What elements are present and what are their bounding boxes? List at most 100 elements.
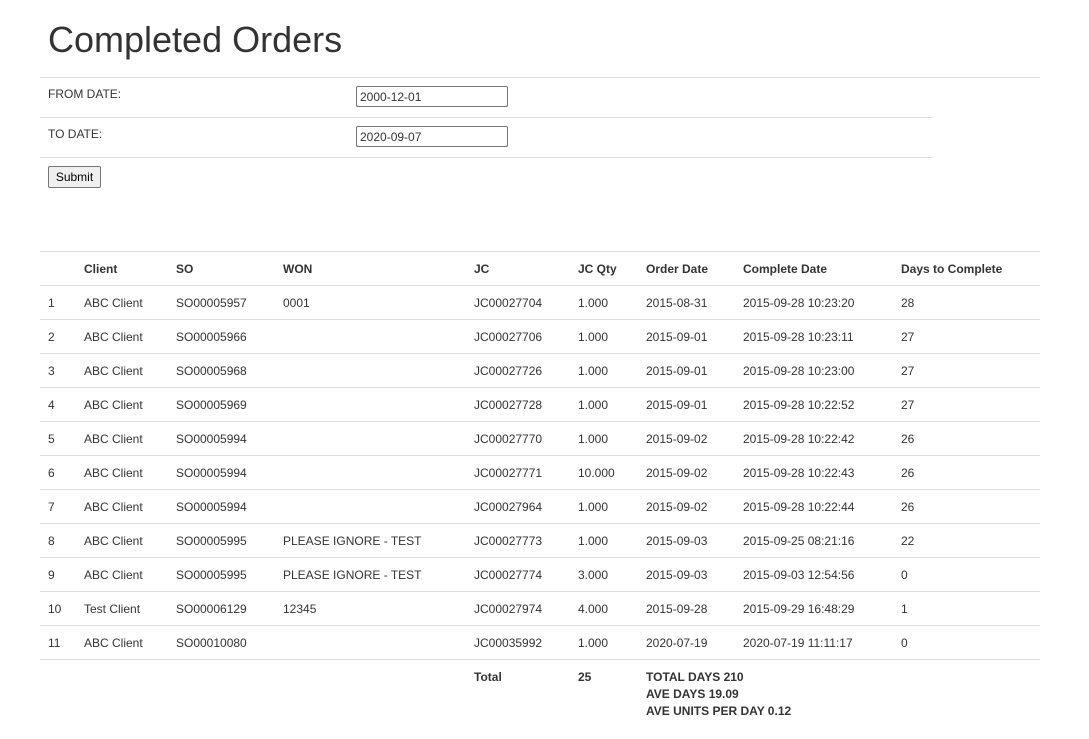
cell-so: SO00005995 bbox=[168, 557, 275, 592]
cell-jc: JC00027773 bbox=[466, 523, 570, 558]
table-row: 1 ABC Client SO00005957 0001 JC00027704 1.000… bbox=[40, 285, 1040, 320]
cell-client: ABC Client bbox=[76, 421, 168, 456]
cell-jc: JC00027706 bbox=[466, 319, 570, 354]
cell-complete-date: 2015-09-28 10:22:42 bbox=[735, 421, 893, 456]
cell-so: SO00005957 bbox=[168, 285, 275, 320]
cell-client: ABC Client bbox=[76, 557, 168, 592]
cell-days-to-complete: 27 bbox=[893, 353, 1040, 388]
cell-order-date: 2015-09-01 bbox=[638, 353, 735, 388]
cell-so: SO00006129 bbox=[168, 591, 275, 626]
cell-order-date: 2015-08-31 bbox=[638, 285, 735, 320]
to-date-label: TO DATE: bbox=[48, 127, 103, 141]
cell-jc-qty: 3.000 bbox=[570, 557, 638, 592]
total-days: TOTAL DAYS 210 bbox=[646, 670, 744, 684]
cell-so: SO00005994 bbox=[168, 455, 275, 490]
cell-won bbox=[275, 387, 466, 422]
cell-client: Test Client bbox=[76, 591, 168, 626]
col-header-order-date: Order Date bbox=[638, 251, 735, 286]
summary-cell: TOTAL DAYS 210 AVE DAYS 19.09 AVE UNITS … bbox=[638, 660, 1040, 721]
orders-table-body: 1 ABC Client SO00005957 0001 JC00027704 1.000… bbox=[40, 285, 1040, 660]
cell-days-to-complete: 27 bbox=[893, 319, 1040, 354]
col-header-so: SO bbox=[168, 251, 275, 286]
cell-days-to-complete: 22 bbox=[893, 523, 1040, 558]
cell-index: 9 bbox=[40, 557, 76, 592]
cell-order-date: 2015-09-02 bbox=[638, 421, 735, 456]
cell-complete-date: 2020-07-19 11:11:17 bbox=[735, 625, 893, 660]
table-row: 8 ABC Client SO00005995 PLEASE IGNORE - TES… bbox=[40, 523, 1040, 558]
table-row: 6 ABC Client SO00005994 JC00027771 10.000 201… bbox=[40, 455, 1040, 490]
cell-jc: JC00027974 bbox=[466, 591, 570, 626]
cell-complete-date: 2015-09-28 10:22:44 bbox=[735, 489, 893, 524]
cell-won: 12345 bbox=[275, 591, 466, 626]
cell-jc: JC00027770 bbox=[466, 421, 570, 456]
average-units-per-day: AVE UNITS PER DAY 0.12 bbox=[646, 704, 792, 718]
totals-row: Total 25 TOTAL DAYS 210 AVE DAYS 19.09 A… bbox=[40, 660, 1040, 721]
cell-won bbox=[275, 421, 466, 456]
cell-so: SO00005994 bbox=[168, 421, 275, 456]
header-row: Client SO WON JC JC Qty Order Date Compl… bbox=[40, 251, 1040, 286]
cell-jc: JC00027771 bbox=[466, 455, 570, 490]
table-row: 5 ABC Client SO00005994 JC00027770 1.000 2015… bbox=[40, 421, 1040, 456]
cell-order-date: 2015-09-03 bbox=[638, 557, 735, 592]
cell-jc-qty: 4.000 bbox=[570, 591, 638, 626]
cell-complete-date: 2015-09-28 10:23:20 bbox=[735, 285, 893, 320]
cell-index: 6 bbox=[40, 455, 76, 490]
col-header-jc-qty: JC Qty bbox=[570, 251, 638, 286]
cell-order-date: 2015-09-01 bbox=[638, 387, 735, 422]
submit-button[interactable]: Submit bbox=[48, 166, 101, 188]
table-row: 2 ABC Client SO00005966 JC00027706 1.000 2015… bbox=[40, 319, 1040, 354]
cell-index: 1 bbox=[40, 285, 76, 320]
cell-so: SO00005968 bbox=[168, 353, 275, 388]
cell-jc-qty: 1.000 bbox=[570, 319, 638, 354]
cell-jc-qty: 10.000 bbox=[570, 455, 638, 490]
cell-order-date: 2015-09-02 bbox=[638, 489, 735, 524]
cell-order-date: 2015-09-03 bbox=[638, 523, 735, 558]
cell-days-to-complete: 26 bbox=[893, 455, 1040, 490]
cell-client: ABC Client bbox=[76, 489, 168, 524]
cell-so: SO00005995 bbox=[168, 523, 275, 558]
cell-client: ABC Client bbox=[76, 353, 168, 388]
cell-jc-qty: 1.000 bbox=[570, 285, 638, 320]
to-date-input[interactable] bbox=[356, 126, 508, 147]
cell-index: 7 bbox=[40, 489, 76, 524]
cell-jc: JC00035992 bbox=[466, 625, 570, 660]
cell-days-to-complete: 0 bbox=[893, 557, 1040, 592]
cell-jc: JC00027704 bbox=[466, 285, 570, 320]
cell-won bbox=[275, 319, 466, 354]
col-header-complete-date: Complete Date bbox=[735, 251, 893, 286]
cell-jc: JC00027774 bbox=[466, 557, 570, 592]
total-label: Total bbox=[474, 670, 502, 684]
average-days: AVE DAYS 19.09 bbox=[646, 687, 739, 701]
cell-order-date: 2015-09-02 bbox=[638, 455, 735, 490]
divider bbox=[40, 77, 1040, 78]
cell-complete-date: 2015-09-28 10:23:00 bbox=[735, 353, 893, 388]
cell-won bbox=[275, 625, 466, 660]
col-header-index bbox=[40, 251, 76, 286]
cell-client: ABC Client bbox=[76, 625, 168, 660]
cell-order-date: 2015-09-28 bbox=[638, 591, 735, 626]
col-header-days-to-complete: Days to Complete bbox=[893, 251, 1040, 286]
total-qty: 25 bbox=[578, 670, 592, 684]
cell-client: ABC Client bbox=[76, 387, 168, 422]
cell-jc-qty: 1.000 bbox=[570, 625, 638, 660]
cell-client: ABC Client bbox=[76, 285, 168, 320]
cell-complete-date: 2015-09-28 10:23:11 bbox=[735, 319, 893, 354]
from-date-label: FROM DATE: bbox=[48, 87, 122, 101]
cell-jc-qty: 1.000 bbox=[570, 523, 638, 558]
from-date-input[interactable] bbox=[356, 86, 508, 107]
table-row: 4 ABC Client SO00005969 JC00027728 1.000 2015… bbox=[40, 387, 1040, 422]
col-header-client: Client bbox=[76, 251, 168, 286]
cell-days-to-complete: 27 bbox=[893, 387, 1040, 422]
cell-index: 4 bbox=[40, 387, 76, 422]
cell-won: PLEASE IGNORE - TEST bbox=[275, 523, 466, 558]
cell-index: 3 bbox=[40, 353, 76, 388]
cell-client: ABC Client bbox=[76, 455, 168, 490]
cell-days-to-complete: 26 bbox=[893, 489, 1040, 524]
cell-days-to-complete: 26 bbox=[893, 421, 1040, 456]
table-row: 9 ABC Client SO00005995 PLEASE IGNORE - TES… bbox=[40, 557, 1040, 592]
cell-order-date: 2020-07-19 bbox=[638, 625, 735, 660]
cell-jc: JC00027726 bbox=[466, 353, 570, 388]
cell-so: SO00005994 bbox=[168, 489, 275, 524]
cell-order-date: 2015-09-01 bbox=[638, 319, 735, 354]
orders-table: Client SO WON JC JC Qty Order Date Compl… bbox=[40, 251, 1040, 720]
